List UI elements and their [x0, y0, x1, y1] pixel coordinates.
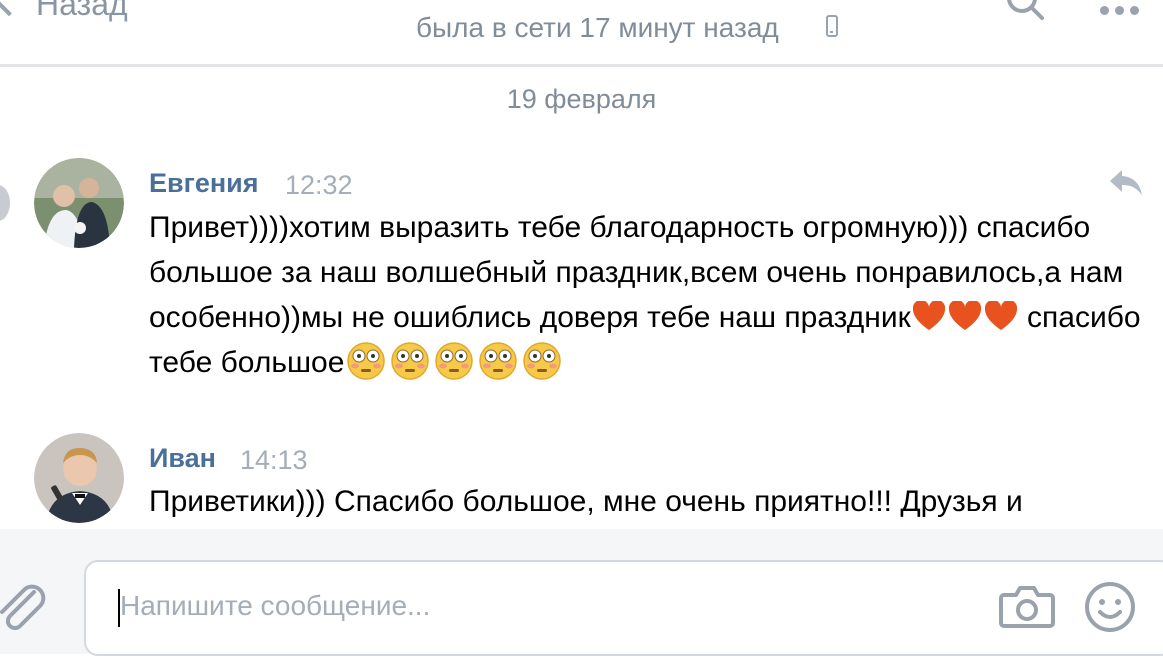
heart-emoji-icon: [912, 301, 945, 330]
reply-icon[interactable]: [1108, 164, 1144, 200]
avatar[interactable]: [34, 433, 124, 523]
heart-emoji-icon: [984, 301, 1017, 330]
message-author[interactable]: Евгения: [149, 168, 259, 199]
message-time: 12:32: [285, 170, 353, 200]
chat-header: Назад была в сети 17 минут назад: [0, 0, 1163, 67]
smile-icon[interactable]: [1084, 581, 1136, 633]
date-separator: 19 февраля: [506, 84, 657, 114]
heart-emoji-icon: [948, 301, 981, 330]
flushed-face-emoji-icon: [479, 342, 518, 380]
flushed-face-emoji-icon: [347, 342, 386, 380]
back-button[interactable]: Назад: [36, 0, 128, 23]
message-text: Привет))))хотим выразить тебе благодарно…: [149, 205, 1149, 385]
back-arrow-icon[interactable]: [0, 0, 31, 17]
flushed-face-emoji-icon: [523, 342, 562, 380]
camera-icon[interactable]: [998, 583, 1056, 629]
message-author[interactable]: Иван: [149, 443, 216, 474]
message-time: 14:13: [240, 445, 308, 475]
mobile-phone-icon: [826, 15, 838, 37]
message-input-placeholder: Напишите сообщение...: [120, 590, 431, 621]
search-icon[interactable]: [1004, 0, 1044, 20]
message-text: Приветики))) Спасибо большое, мне очень …: [149, 485, 1023, 518]
avatar[interactable]: [34, 158, 124, 248]
flushed-face-emoji-icon: [435, 342, 474, 380]
last-seen-status: была в сети 17 минут назад: [416, 12, 779, 43]
attachment-clip-icon[interactable]: [0, 578, 48, 634]
flushed-face-emoji-icon: [391, 342, 430, 380]
side-indicator: [0, 185, 10, 221]
more-options-icon[interactable]: [1100, 2, 1148, 15]
